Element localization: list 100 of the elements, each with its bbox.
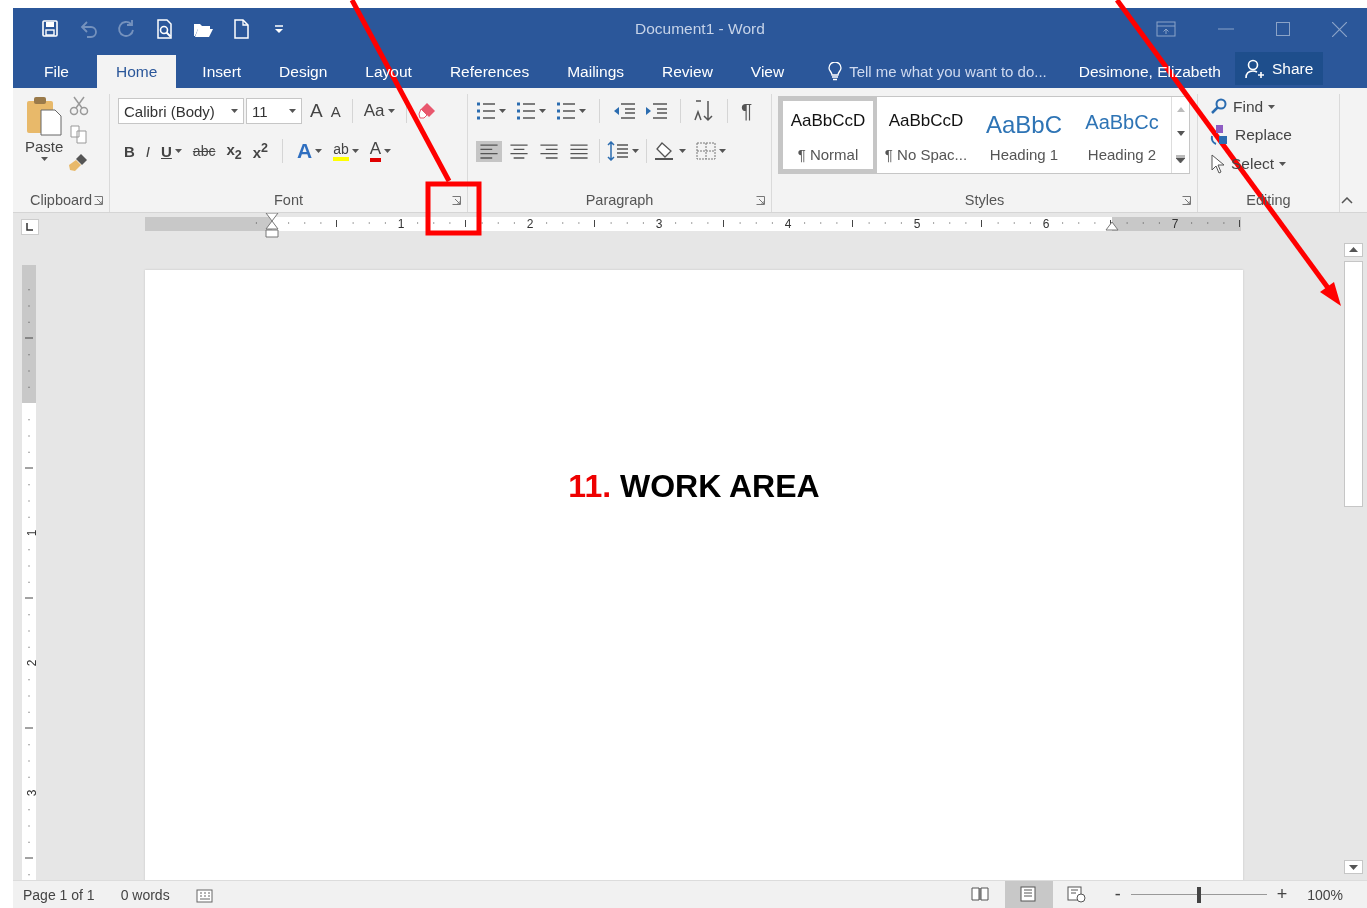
underline-button[interactable]: U	[161, 142, 172, 160]
dialog-launcher-icon[interactable]	[94, 196, 103, 205]
text-effects-button[interactable]: A	[297, 139, 313, 163]
ribbon-tab[interactable]: Mailings	[549, 55, 643, 88]
zoom-out-button[interactable]: -	[1114, 884, 1121, 905]
dialog-launcher-icon[interactable]	[756, 196, 765, 205]
ruler-number: 1	[397, 217, 405, 231]
pointer-icon	[1210, 154, 1226, 174]
zoom-slider-thumb[interactable]	[1196, 886, 1201, 903]
font-color-button[interactable]: A	[369, 140, 382, 162]
ribbon-tab[interactable]: View	[732, 55, 803, 88]
sort-icon[interactable]	[694, 100, 714, 122]
indent-marker[interactable]	[265, 213, 279, 238]
caret-icon	[1268, 105, 1276, 109]
scissors-icon[interactable]	[69, 96, 90, 116]
ruler-number: 1	[25, 529, 38, 537]
decrease-indent-icon[interactable]	[613, 103, 635, 119]
grow-font-button[interactable]: A	[310, 100, 323, 122]
indent-marker[interactable]	[1105, 221, 1119, 231]
change-case-button[interactable]: Aa	[363, 101, 385, 121]
tab-selector-icon[interactable]	[21, 218, 39, 235]
dialog-launcher-icon[interactable]	[452, 196, 461, 205]
style-gallery-item[interactable]: AaBbCcD ¶ No Spac...	[877, 97, 975, 173]
ruler-number: 7	[1171, 217, 1179, 231]
scroll-down-icon[interactable]	[1176, 131, 1185, 136]
caret-icon	[351, 149, 359, 153]
ribbon-tab[interactable]: Review	[644, 55, 731, 88]
caret-icon	[231, 109, 238, 113]
ruler-number: 5	[913, 217, 921, 231]
book-icon	[971, 886, 991, 903]
ribbon-tab[interactable]: File	[26, 55, 87, 88]
align-left-button[interactable]	[476, 140, 502, 162]
lightbulb-icon	[828, 62, 843, 81]
share-button[interactable]: Share	[1234, 52, 1324, 85]
caret-icon	[719, 149, 726, 153]
increase-indent-icon[interactable]	[645, 103, 667, 119]
caret-icon	[499, 109, 506, 113]
style-gallery-item[interactable]: AaBbC Heading 1	[975, 97, 1073, 173]
caret-icon	[539, 109, 546, 113]
word-count[interactable]: 0 words	[120, 886, 170, 903]
sub-button[interactable]: x$_{2}$	[226, 140, 242, 162]
ribbon-tab[interactable]: Home	[97, 55, 177, 88]
ribbon-tab[interactable]: Design	[261, 55, 346, 88]
ribbon-tab[interactable]: References	[431, 55, 548, 88]
ruler-number: 6	[1042, 217, 1050, 231]
caret-icon	[289, 109, 296, 113]
group-label: Font	[274, 192, 303, 208]
collapse-ribbon-icon[interactable]	[1341, 197, 1353, 204]
line-spacing-icon[interactable]	[607, 141, 629, 161]
caret-icon	[679, 149, 686, 153]
scroll-up-icon[interactable]	[1343, 243, 1363, 257]
bold-button[interactable]: B	[124, 142, 135, 160]
zoom-level[interactable]: 100%	[1307, 886, 1343, 903]
strike-button[interactable]: abc	[192, 143, 216, 159]
close-icon[interactable]	[1332, 21, 1347, 37]
highlight-button[interactable]: ab	[333, 141, 349, 161]
replace-icon	[1210, 124, 1230, 146]
shrink-font-button[interactable]: A	[330, 102, 341, 120]
style-gallery-item[interactable]: AaBbCcD ¶ Normal	[779, 97, 877, 173]
document-page[interactable]: 11. WORK AREA	[145, 270, 1243, 880]
eraser-icon[interactable]	[417, 101, 438, 121]
italic-button[interactable]: I	[145, 142, 150, 160]
caret-icon	[384, 149, 392, 153]
font-size-field[interactable]: 11	[246, 98, 302, 124]
bullets-icon[interactable]	[476, 102, 496, 120]
scroll-down-icon[interactable]	[1343, 860, 1363, 874]
multilevel-list-icon[interactable]	[556, 102, 576, 120]
caret-icon	[1279, 162, 1287, 166]
zoom-slider[interactable]	[1130, 889, 1267, 900]
save-icon[interactable]	[41, 19, 61, 39]
ruler-number: 3	[655, 217, 663, 231]
show-formatting-button[interactable]: ¶	[741, 99, 753, 123]
person-plus-icon	[1244, 58, 1265, 79]
paint-bucket-icon[interactable]	[654, 141, 676, 161]
caret-icon	[579, 109, 586, 113]
tell-me-field[interactable]: Tell me what you want to do...	[828, 55, 1047, 88]
work-area-label: 11. WORK AREA	[568, 468, 820, 506]
style-gallery-item[interactable]: AaBbCc Heading 2	[1073, 97, 1171, 173]
maximize-icon[interactable]	[1276, 22, 1290, 36]
page-count[interactable]: Page 1 of 1	[23, 886, 95, 903]
sup-button[interactable]: x$^{2}$	[252, 141, 269, 161]
numbering-icon[interactable]	[516, 102, 536, 120]
ribbon-tab[interactable]: Insert	[184, 55, 260, 88]
font-name-field[interactable]: Calibri (Body)	[118, 98, 244, 124]
caret-icon	[174, 149, 182, 153]
replace-button[interactable]: Replace	[1210, 124, 1292, 146]
dialog-launcher-icon[interactable]	[1182, 196, 1191, 205]
print-view-button[interactable]	[1004, 881, 1053, 908]
clipboard-icon	[25, 96, 64, 136]
ruler-number: 2	[526, 217, 534, 231]
more-icon[interactable]	[1176, 155, 1185, 164]
ruler-number: 2	[25, 659, 38, 667]
caret-icon	[632, 149, 639, 153]
paste-button[interactable]: Paste	[25, 96, 64, 161]
page-icon[interactable]	[231, 19, 251, 39]
group-label: Paragraph	[585, 192, 654, 208]
find-button[interactable]: Find	[1210, 98, 1292, 116]
magnifier-page-icon[interactable]	[155, 19, 175, 39]
brush-icon[interactable]	[69, 152, 90, 172]
zoom-in-button[interactable]: +	[1276, 884, 1288, 905]
